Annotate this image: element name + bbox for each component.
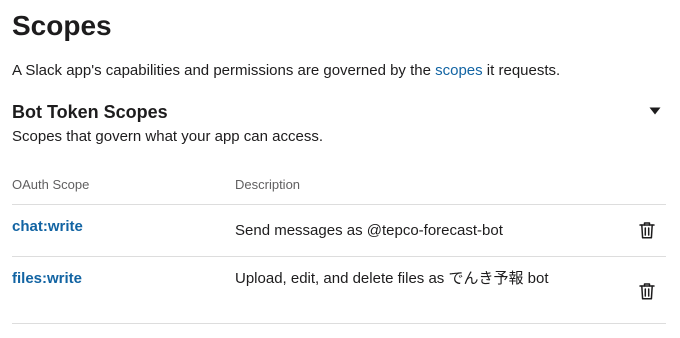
table-header: OAuth Scope Description (12, 170, 666, 205)
delete-scope-button[interactable] (636, 280, 658, 302)
table-row: files:write Upload, edit, and delete fil… (12, 257, 666, 324)
section-title: Bot Token Scopes (12, 102, 168, 122)
intro-text: A Slack app's capabilities and permissio… (12, 60, 560, 82)
scopes-table: OAuth Scope Description chat:write Send … (12, 170, 666, 324)
delete-scope-button[interactable] (636, 219, 658, 241)
intro-text-after: it requests. (482, 62, 561, 79)
intro-text-before: A Slack app's capabilities and permissio… (12, 62, 436, 79)
trash-icon (639, 222, 655, 239)
column-header-description: Description (235, 177, 301, 192)
section-collapse-toggle[interactable] (648, 105, 662, 117)
column-header-oauth-scope: OAuth Scope (12, 177, 90, 192)
caret-down-icon (649, 107, 661, 115)
page-title: Scopes (12, 10, 112, 41)
scope-description: Send messages as @tepco-forecast-bot (235, 222, 503, 239)
scope-name-link[interactable]: chat:write (12, 216, 83, 238)
scopes-link[interactable]: scopes (435, 62, 483, 79)
table-row: chat:write Send messages as @tepco-forec… (12, 205, 666, 257)
scope-name-link[interactable]: files:write (12, 268, 82, 290)
section-subtitle: Scopes that govern what your app can acc… (12, 128, 324, 145)
scope-description: Upload, edit, and delete files as でんき予報 … (235, 270, 549, 287)
trash-icon (639, 283, 655, 300)
